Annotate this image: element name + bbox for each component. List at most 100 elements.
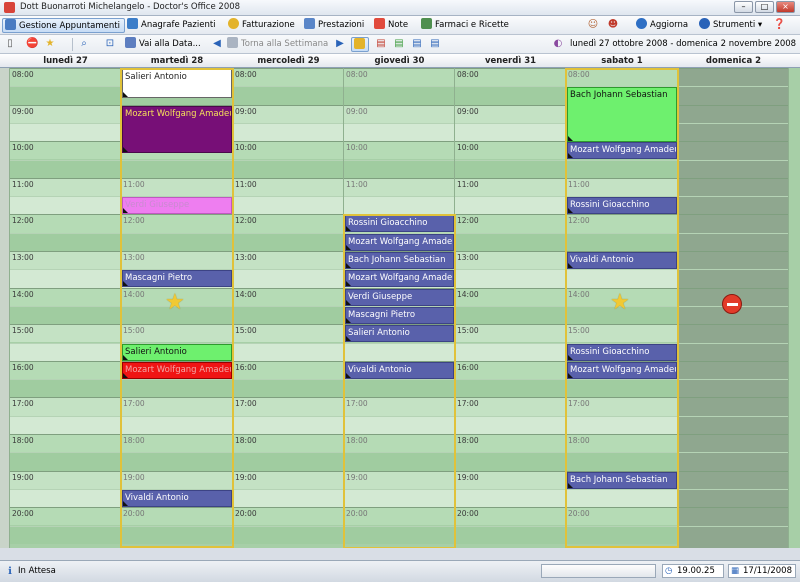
time-slot[interactable]: 11:00 <box>566 177 677 197</box>
resize-handle[interactable] <box>123 281 128 287</box>
time-slot[interactable]: 17:00 <box>455 397 565 416</box>
time-slot[interactable]: 15:00 <box>566 324 677 343</box>
time-slot[interactable] <box>678 232 788 251</box>
user-alert-icon[interactable]: ☻ <box>607 19 619 31</box>
time-slot[interactable] <box>344 379 454 398</box>
time-slot[interactable] <box>233 452 343 471</box>
resize-handle[interactable] <box>123 147 128 153</box>
appointment[interactable]: Mozart Wolfgang Amadeus <box>567 361 677 379</box>
time-slot[interactable]: 15:00 <box>455 324 565 343</box>
time-slot[interactable]: 09:00 <box>233 104 343 123</box>
time-slot[interactable] <box>566 269 677 288</box>
time-slot[interactable] <box>455 86 565 105</box>
time-slot[interactable]: 17:00 <box>121 397 232 416</box>
resize-handle[interactable] <box>568 208 573 214</box>
time-slot[interactable]: 17:00 <box>233 397 343 416</box>
view-day-button[interactable] <box>351 37 369 52</box>
time-slot[interactable]: 14:00 <box>10 287 120 306</box>
time-slot[interactable]: 08:00 <box>566 68 677 87</box>
time-slot[interactable] <box>233 232 343 251</box>
appointment[interactable]: Verdi Giuseppe <box>122 197 232 215</box>
resize-handle[interactable] <box>123 500 128 506</box>
zoom-icon[interactable]: ⊡ <box>104 38 116 50</box>
time-slot[interactable] <box>455 525 565 544</box>
strumenti-menu[interactable]: Strumenti ▾ <box>699 18 762 33</box>
time-slot[interactable] <box>344 488 454 508</box>
time-slot[interactable] <box>344 159 454 178</box>
time-slot[interactable]: 09:00 <box>455 104 565 123</box>
time-slot[interactable]: 12:00 <box>10 214 120 233</box>
minimize-button[interactable]: – <box>734 1 753 13</box>
time-slot[interactable] <box>566 159 677 178</box>
time-slot[interactable] <box>678 86 788 105</box>
resize-handle[interactable] <box>346 336 351 342</box>
resize-handle[interactable] <box>346 226 351 232</box>
time-slot[interactable] <box>233 342 343 361</box>
tab-prestazioni[interactable]: Prestazioni <box>304 18 364 33</box>
time-slot[interactable]: 11:00 <box>10 177 120 197</box>
time-slot[interactable] <box>678 324 788 343</box>
time-slot[interactable]: 20:00 <box>455 507 565 526</box>
resize-handle[interactable] <box>346 244 351 250</box>
time-slot[interactable]: 18:00 <box>233 434 343 453</box>
time-slot[interactable] <box>233 525 343 544</box>
time-slot[interactable]: 14:00 <box>455 287 565 306</box>
day-column-monday[interactable]: 08:00 09:00 10:00 11:00 12:00 13:00 14:00 15:00… <box>10 68 121 548</box>
time-slot[interactable] <box>121 525 232 544</box>
torna-alla-settimana-button[interactable]: Torna alla Settimana <box>227 37 328 52</box>
new-document-icon[interactable]: ▯ <box>4 38 16 50</box>
time-slot[interactable] <box>678 68 788 87</box>
time-slot[interactable] <box>455 269 565 288</box>
time-slot[interactable] <box>455 379 565 398</box>
time-slot[interactable]: 18:00 <box>121 434 232 453</box>
time-slot[interactable] <box>455 196 565 215</box>
time-slot[interactable]: 10:00 <box>344 141 454 160</box>
appointment[interactable]: Vivaldi Antonio <box>122 489 232 507</box>
time-slot[interactable] <box>678 525 788 544</box>
help-icon[interactable]: ❓ <box>773 19 785 31</box>
aggiorna-button[interactable]: Aggiorna <box>636 18 688 33</box>
appointment[interactable]: Vivaldi Antonio <box>567 252 677 269</box>
time-slot[interactable]: 11:00 <box>121 177 232 197</box>
time-slot[interactable] <box>678 196 788 215</box>
time-slot[interactable] <box>678 177 788 197</box>
time-slot[interactable]: 20:00 <box>344 507 454 526</box>
time-slot[interactable] <box>121 379 232 398</box>
time-slot[interactable]: 15:00 <box>10 324 120 343</box>
time-slot[interactable]: 13:00 <box>121 251 232 270</box>
arrow-left-icon[interactable]: ◀ <box>211 38 223 50</box>
time-slot[interactable]: 19:00 <box>233 470 343 489</box>
time-slot[interactable]: 11:00 <box>344 177 454 197</box>
time-slot[interactable]: 08:00 <box>455 68 565 87</box>
time-slot[interactable] <box>455 415 565 434</box>
vai-alla-data-button[interactable]: Vai alla Data... <box>125 37 201 52</box>
time-slot[interactable] <box>10 379 120 398</box>
time-slot[interactable] <box>678 415 788 434</box>
time-slot[interactable]: 15:00 <box>233 324 343 343</box>
time-slot[interactable] <box>678 251 788 270</box>
time-slot[interactable] <box>233 122 343 142</box>
time-slot[interactable] <box>233 379 343 398</box>
resize-handle[interactable] <box>346 299 351 305</box>
time-slot[interactable] <box>566 525 677 544</box>
time-slot[interactable]: 12:00 <box>121 214 232 233</box>
time-slot[interactable]: 17:00 <box>566 397 677 416</box>
time-slot[interactable] <box>678 470 788 489</box>
resize-handle[interactable] <box>568 354 573 360</box>
time-slot[interactable]: 14:00 <box>233 287 343 306</box>
appointment[interactable]: Salieri Antonio <box>345 325 454 343</box>
appointment[interactable]: Vivaldi Antonio <box>345 361 454 379</box>
time-slot[interactable] <box>233 305 343 325</box>
time-slot[interactable] <box>678 122 788 142</box>
time-slot[interactable] <box>678 434 788 453</box>
time-slot[interactable]: 18:00 <box>10 434 120 453</box>
time-slot[interactable] <box>10 269 120 288</box>
time-slot[interactable]: 16:00 <box>455 360 565 380</box>
time-slot[interactable] <box>678 507 788 526</box>
appointment[interactable]: Salieri Antonio <box>122 69 232 99</box>
time-slot[interactable] <box>566 379 677 398</box>
time-slot[interactable] <box>344 525 454 544</box>
resize-handle[interactable] <box>123 208 128 214</box>
tab-fatturazione[interactable]: Fatturazione <box>228 18 295 33</box>
appointment[interactable]: Salieri Antonio <box>122 343 232 361</box>
